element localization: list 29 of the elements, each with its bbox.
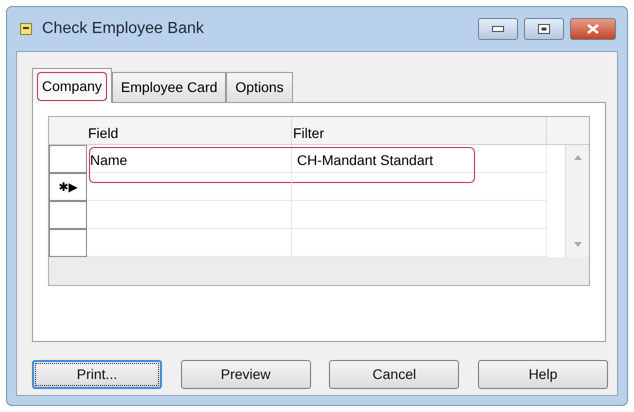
maximize-icon — [538, 24, 550, 34]
dialog-button[interactable]: Preview — [180, 360, 311, 389]
dialog-button[interactable]: Cancel — [329, 360, 460, 389]
field-value: Name — [90, 152, 128, 168]
filter-value: CH-Mandant Standart — [297, 152, 434, 168]
scroll-up-icon[interactable] — [574, 155, 582, 160]
dialog-button[interactable]: Help — [478, 360, 608, 389]
tab[interactable]: Employee Card — [112, 72, 226, 102]
window-title: Check Employee Bank — [42, 19, 204, 39]
row-selector[interactable] — [49, 201, 87, 229]
dialog-button[interactable]: Print... — [32, 360, 162, 389]
new-row-marker: ✱▶ — [58, 179, 78, 196]
close-button[interactable] — [570, 18, 616, 40]
maximize-button[interactable] — [524, 18, 564, 40]
minimize-button[interactable] — [478, 18, 518, 40]
table-cell[interactable]: CH-Mandant Standart — [291, 145, 546, 173]
column-header: Field — [87, 124, 120, 143]
row-selector[interactable]: ✱▶ — [49, 173, 87, 201]
table-cell[interactable]: Name — [87, 145, 291, 173]
column-header: Filter — [291, 117, 546, 144]
row-selector[interactable] — [49, 229, 87, 257]
scrollbar[interactable] — [565, 145, 589, 257]
minimize-icon — [492, 26, 504, 32]
tab[interactable]: Options — [226, 72, 293, 102]
close-icon — [587, 24, 599, 34]
tab[interactable]: Company — [32, 68, 112, 103]
scroll-down-icon[interactable] — [574, 242, 582, 247]
app-icon — [20, 23, 32, 35]
row-selector[interactable] — [49, 145, 87, 173]
